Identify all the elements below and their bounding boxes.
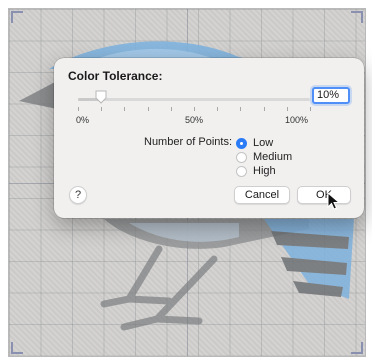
help-icon[interactable]: ? (69, 186, 87, 204)
slider-tick (310, 107, 311, 111)
slider-tick (78, 107, 79, 111)
color-tolerance-dialog: Color Tolerance: 0% 50% 100% 10% Number … (54, 58, 364, 218)
ok-button[interactable]: OK (297, 186, 351, 204)
cancel-button[interactable]: Cancel (234, 186, 290, 204)
tolerance-slider-thumb[interactable] (95, 90, 107, 104)
radio-low-indicator[interactable] (236, 137, 247, 149)
radio-low-label: Low (253, 137, 274, 149)
slider-tick (217, 107, 219, 111)
slider-label-max: 100% (285, 115, 309, 125)
slider-tick (101, 107, 103, 111)
radio-low[interactable]: Low (236, 136, 273, 150)
slider-label-mid: 50% (185, 115, 204, 125)
radio-high-label: High (253, 165, 276, 177)
slider-label-min: 0% (76, 115, 90, 125)
slider-tick (194, 107, 195, 111)
number-of-points-label: Number of Points: (144, 136, 233, 148)
radio-high-indicator[interactable] (236, 165, 247, 177)
radio-medium-indicator[interactable] (236, 151, 247, 163)
pointer-cursor-icon (327, 192, 341, 210)
radio-high[interactable]: High (236, 164, 276, 178)
radio-medium-label: Medium (253, 151, 293, 163)
slider-tick (147, 107, 149, 111)
slider-tick (124, 107, 126, 111)
slider-tick (170, 107, 172, 111)
slider-tick (240, 107, 242, 111)
tolerance-value-field[interactable]: 10% (312, 87, 350, 104)
slider-tick (286, 107, 288, 111)
dialog-title: Color Tolerance: (68, 69, 163, 83)
slider-tick (263, 107, 265, 111)
radio-medium[interactable]: Medium (236, 150, 292, 164)
tolerance-slider-track[interactable] (78, 98, 310, 101)
